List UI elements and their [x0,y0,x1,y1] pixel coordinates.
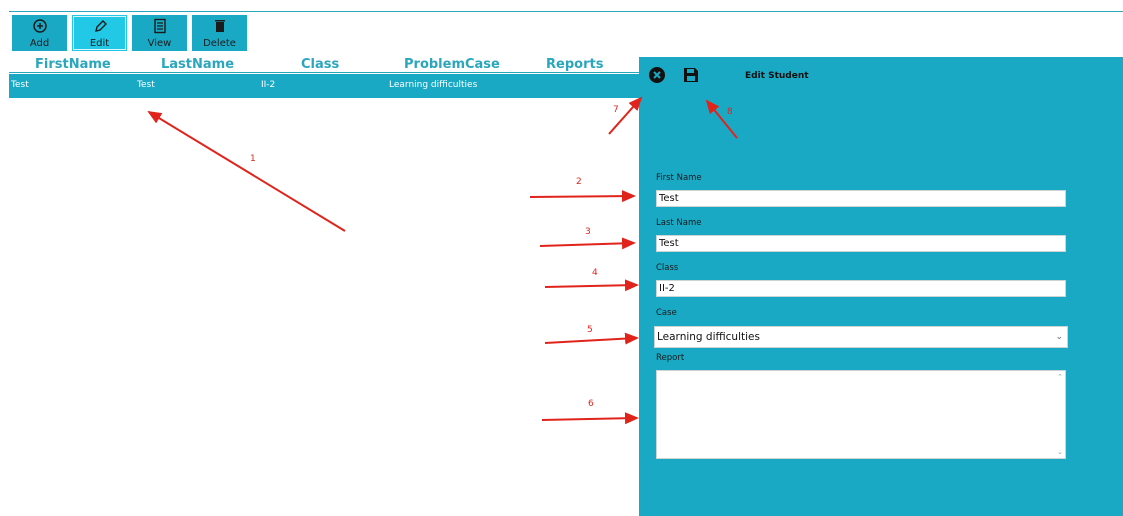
table-row[interactable]: Test Test II-2 Learning difficulties [9,74,641,98]
column-header-reports[interactable]: Reports [546,57,603,72]
annotation-label-7: 7 [613,105,619,115]
column-header-class[interactable]: Class [301,57,339,72]
last-name-field[interactable]: Test [656,235,1066,252]
last-name-label: Last Name [656,218,702,228]
plus-circle-icon [12,18,67,38]
annotation-label-6: 6 [588,399,594,409]
cell-problemcase: Learning difficulties [389,80,478,90]
arrow-2 [529,190,636,203]
app-window: Add Edit View Delete FirstName LastName … [0,0,1123,516]
arrow-1 [147,110,346,232]
report-textarea[interactable]: ⌃ ⌄ [656,370,1066,459]
cell-firstname: Test [11,80,29,90]
case-selected-value: Learning difficulties [657,331,760,343]
arrow-7 [608,96,643,135]
annotation-label-5: 5 [587,325,593,335]
header-divider [9,72,641,73]
edit-student-panel: Edit Student First Name Test Last Name T… [639,57,1123,516]
close-icon[interactable] [648,66,666,88]
annotation-label-2: 2 [576,177,582,187]
edit-button[interactable]: Edit [72,15,127,51]
save-icon[interactable] [682,66,700,88]
view-button[interactable]: View [132,15,187,51]
add-button[interactable]: Add [12,15,67,51]
edit-label: Edit [89,38,110,49]
case-select[interactable]: Learning difficulties ⌄ [654,326,1068,348]
chevron-down-icon: ⌄ [1055,332,1063,342]
top-divider [9,11,1123,12]
column-header-firstname[interactable]: FirstName [35,57,111,72]
column-header-lastname[interactable]: LastName [161,57,234,72]
first-name-label: First Name [656,173,702,183]
column-header-problemcase[interactable]: ProblemCase [404,57,500,72]
annotation-label-3: 3 [585,227,591,237]
arrow-3 [539,237,636,250]
first-name-field[interactable]: Test [656,190,1066,207]
class-label: Class [656,263,679,273]
delete-button[interactable]: Delete [192,15,247,51]
trash-icon [192,18,247,38]
panel-title: Edit Student [745,71,809,81]
delete-label: Delete [203,38,236,49]
arrow-6 [541,412,639,425]
add-label: Add [29,38,50,49]
arrow-4 [544,279,639,292]
report-label: Report [656,353,685,363]
annotation-label-4: 4 [592,268,598,278]
annotation-label-8: 8 [727,107,733,117]
view-label: View [147,38,172,49]
case-label: Case [656,308,677,318]
annotation-label-1: 1 [250,154,256,164]
arrow-5 [544,332,639,345]
scroll-up-icon[interactable]: ⌃ [1057,373,1063,381]
cell-lastname: Test [137,80,155,90]
cell-class: II-2 [261,80,276,90]
scroll-down-icon[interactable]: ⌄ [1057,448,1063,456]
pencil-icon [72,18,127,38]
list-icon [132,18,187,38]
class-field[interactable]: II-2 [656,280,1066,297]
